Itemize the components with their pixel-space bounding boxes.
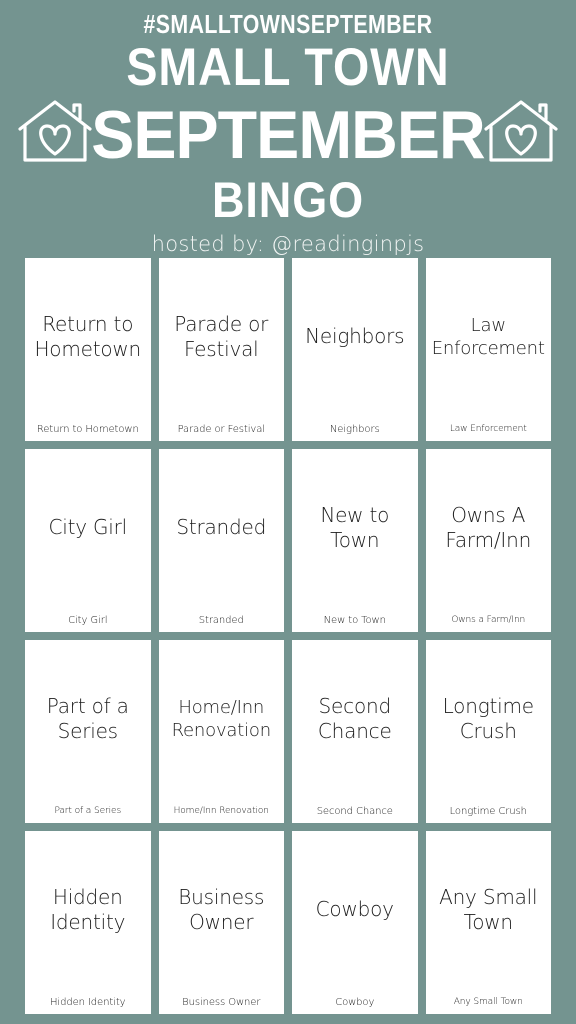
bingo-cell[interactable]: Parade or Festival Parade or Festival [158, 258, 284, 441]
bingo-cell-caption: Stranded [198, 615, 244, 626]
bingo-cell[interactable]: Home/Inn Renovation Home/Inn Renovation [158, 640, 284, 823]
bingo-cell-caption: Neighbors [329, 424, 380, 435]
bingo-cell-caption: Business Owner [182, 997, 261, 1008]
title-line-september: SEPTEMBER [91, 97, 485, 173]
bingo-cell-caption: Parade or Festival [177, 424, 265, 435]
bingo-cell[interactable]: Hidden Identity Hidden Identity [25, 831, 151, 1014]
bingo-cell-label: Any Small Town [439, 884, 538, 934]
bingo-cell-caption: Return to Hometown [36, 424, 139, 435]
bingo-cell[interactable]: Cowboy Cowboy [292, 831, 418, 1014]
bingo-cell-caption: Any Small Town [453, 997, 523, 1007]
bingo-cell-label: City Girl [48, 515, 128, 539]
bingo-cell[interactable]: Second Chance Second Chance [292, 640, 418, 823]
bingo-cell[interactable]: Return to Hometown Return to Hometown [25, 258, 151, 441]
bingo-cell[interactable]: Stranded Stranded [158, 449, 284, 632]
bingo-cell-label: Owns A Farm/Inn [445, 502, 532, 552]
house-heart-icon [482, 96, 560, 166]
bingo-cell-label: Return to Hometown [34, 311, 142, 361]
card-header: #SMALLTOWNSEPTEMBER SMALL TOWN SEPTEMBER… [0, 0, 576, 256]
bingo-cell[interactable]: Neighbors Neighbors [292, 258, 418, 441]
bingo-cell-label: Stranded [176, 515, 267, 539]
bingo-cell-caption: Owns a Farm/Inn [451, 615, 526, 625]
hashtag-text: #SMALLTOWNSEPTEMBER [143, 9, 433, 39]
bingo-cell-label: Hidden Identity [50, 884, 126, 934]
bingo-cell-caption: Second Chance [316, 806, 393, 817]
bingo-cell-label: Parade or Festival [174, 311, 269, 361]
bingo-cell-label: Part of a Series [46, 693, 129, 743]
bingo-cell[interactable]: New to Town New to Town [292, 449, 418, 632]
bingo-cell-caption: Hidden Identity [50, 997, 126, 1008]
bingo-cell-caption: City Girl [68, 615, 108, 626]
bingo-cell-label: Longtime Crush [442, 693, 534, 743]
bingo-cell-label: New to Town [320, 502, 390, 552]
title-line-small-town: SMALL TOWN [126, 38, 450, 97]
bingo-cell-caption: Law Enforcement [449, 424, 527, 434]
bingo-cell-label: Home/Inn Renovation [171, 696, 272, 741]
title-line-bingo: BINGO [211, 172, 365, 228]
bingo-cell[interactable]: Part of a Series Part of a Series [25, 640, 151, 823]
hosted-by-text: hosted by: @readinginpjs [151, 232, 425, 256]
bingo-cell-caption: Part of a Series [54, 806, 122, 816]
bingo-card: #SMALLTOWNSEPTEMBER SMALL TOWN SEPTEMBER… [0, 0, 576, 1024]
bingo-cell-label: Second Chance [317, 693, 392, 743]
bingo-cell-caption: Longtime Crush [449, 806, 527, 817]
bingo-cell-label: Neighbors [305, 324, 405, 348]
bingo-cell[interactable]: Any Small Town Any Small Town [425, 831, 551, 1014]
bingo-cell-caption: Cowboy [335, 997, 375, 1008]
bingo-cell-label: Business Owner [178, 884, 265, 934]
bingo-cell[interactable]: Business Owner Business Owner [158, 831, 284, 1014]
bingo-grid: Return to Hometown Return to Hometown Pa… [25, 258, 551, 1014]
bingo-cell-caption: Home/Inn Renovation [173, 806, 269, 816]
bingo-cell[interactable]: Owns A Farm/Inn Owns a Farm/Inn [425, 449, 551, 632]
bingo-cell[interactable]: Longtime Crush Longtime Crush [425, 640, 551, 823]
bingo-cell[interactable]: City Girl City Girl [25, 449, 151, 632]
house-heart-icon [16, 96, 94, 166]
bingo-cell-label: Law Enforcement [431, 314, 545, 359]
bingo-cell-label: Cowboy [315, 897, 394, 921]
bingo-cell-caption: New to Town [323, 615, 386, 626]
bingo-cell[interactable]: Law Enforcement Law Enforcement [425, 258, 551, 441]
